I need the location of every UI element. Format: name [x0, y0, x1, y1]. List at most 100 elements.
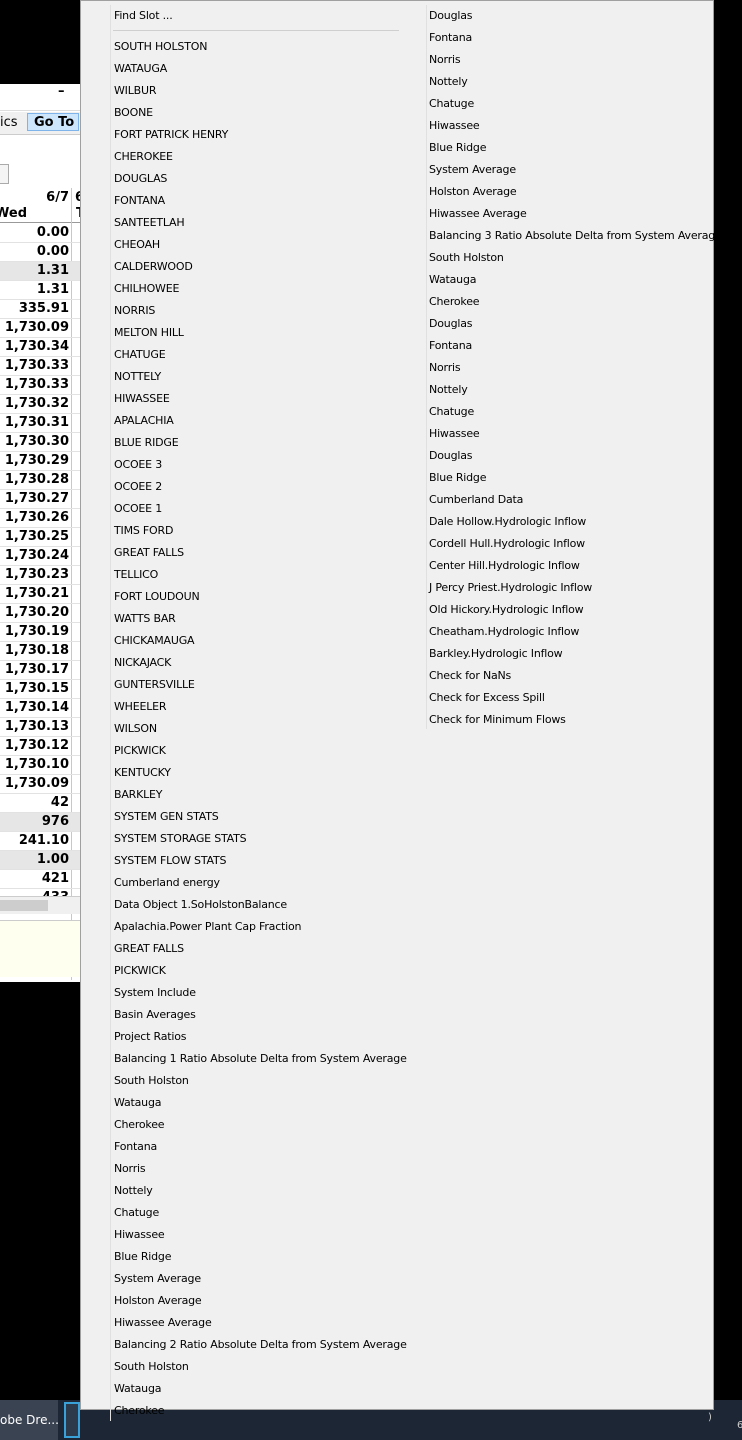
table-row[interactable]: 1,730.14: [0, 699, 81, 718]
menu-item[interactable]: System Include: [114, 982, 196, 1004]
menu-item[interactable]: Nottely: [114, 1180, 153, 1202]
menu-item[interactable]: CALDERWOOD: [114, 256, 193, 278]
menu-item[interactable]: FONTANA: [114, 190, 165, 212]
menu-item[interactable]: Check for Excess Spill: [429, 687, 545, 709]
menu-item[interactable]: SYSTEM STORAGE STATS: [114, 828, 247, 850]
table-row[interactable]: 335.91: [0, 300, 81, 319]
scrollbar-thumb[interactable]: [0, 900, 48, 911]
toolbar-menu-partial[interactable]: ics: [0, 115, 18, 130]
menu-item[interactable]: Cumberland Data: [429, 489, 523, 511]
table-row[interactable]: 1,730.23: [0, 566, 81, 585]
find-slot-menu-item[interactable]: Find Slot ...: [114, 5, 173, 27]
menu-item[interactable]: MELTON HILL: [114, 322, 184, 344]
menu-item[interactable]: Fontana: [114, 1136, 157, 1158]
menu-item[interactable]: Chatuge: [429, 401, 474, 423]
menu-item[interactable]: Old Hickory.Hydrologic Inflow: [429, 599, 584, 621]
menu-item[interactable]: WATTS BAR: [114, 608, 176, 630]
menu-item[interactable]: Norris: [429, 357, 461, 379]
table-row[interactable]: 1,730.28: [0, 471, 81, 490]
table-row[interactable]: 1,730.27: [0, 490, 81, 509]
filter-field[interactable]: [0, 164, 9, 184]
table-row[interactable]: 1,730.33: [0, 357, 81, 376]
table-row[interactable]: 1,730.20: [0, 604, 81, 623]
menu-item[interactable]: Norris: [114, 1158, 146, 1180]
menu-item[interactable]: Balancing 2 Ratio Absolute Delta from Sy…: [114, 1334, 407, 1356]
menu-item[interactable]: Cordell Hull.Hydrologic Inflow: [429, 533, 585, 555]
menu-item[interactable]: South Holston: [429, 247, 504, 269]
menu-item[interactable]: Apalachia.Power Plant Cap Fraction: [114, 916, 302, 938]
menu-item[interactable]: Holston Average: [114, 1290, 202, 1312]
table-row[interactable]: 1,730.09: [0, 319, 81, 338]
menu-item[interactable]: Watauga: [429, 269, 476, 291]
menu-item[interactable]: OCOEE 2: [114, 476, 162, 498]
menu-item[interactable]: WILBUR: [114, 80, 156, 102]
menu-item[interactable]: Cherokee: [114, 1114, 165, 1136]
menu-item[interactable]: Barkley.Hydrologic Inflow: [429, 643, 563, 665]
menu-item[interactable]: Watauga: [114, 1378, 161, 1400]
menu-item[interactable]: WHEELER: [114, 696, 167, 718]
menu-item[interactable]: Nottely: [429, 71, 468, 93]
menu-item[interactable]: FORT PATRICK HENRY: [114, 124, 228, 146]
table-row[interactable]: 1,730.21: [0, 585, 81, 604]
menu-item[interactable]: NICKAJACK: [114, 652, 171, 674]
menu-item[interactable]: System Average: [429, 159, 516, 181]
menu-item[interactable]: GUNTERSVILLE: [114, 674, 195, 696]
table-row[interactable]: 421: [0, 870, 81, 889]
menu-item[interactable]: CHEROKEE: [114, 146, 173, 168]
table-row[interactable]: 1,730.33: [0, 376, 81, 395]
menu-item[interactable]: CHEOAH: [114, 234, 160, 256]
menu-item[interactable]: DOUGLAS: [114, 168, 167, 190]
menu-item[interactable]: Hiwassee: [429, 115, 480, 137]
menu-item[interactable]: NOTTELY: [114, 366, 161, 388]
table-row[interactable]: 1.31: [0, 262, 81, 281]
menu-item[interactable]: Cherokee: [114, 1400, 165, 1422]
menu-item[interactable]: Blue Ridge: [114, 1246, 171, 1268]
table-row[interactable]: 1.00: [0, 851, 81, 870]
menu-item[interactable]: TIMS FORD: [114, 520, 173, 542]
menu-item[interactable]: BARKLEY: [114, 784, 163, 806]
menu-item[interactable]: Center Hill.Hydrologic Inflow: [429, 555, 580, 577]
table-row[interactable]: 1,730.32: [0, 395, 81, 414]
menu-item[interactable]: Douglas: [429, 445, 472, 467]
menu-item[interactable]: WILSON: [114, 718, 157, 740]
taskbar-active-app-button[interactable]: [64, 1402, 80, 1438]
table-row[interactable]: 1,730.15: [0, 680, 81, 699]
table-row[interactable]: 241.10: [0, 832, 81, 851]
menu-item[interactable]: J Percy Priest.Hydrologic Inflow: [429, 577, 592, 599]
table-row[interactable]: 0.00: [0, 243, 81, 262]
table-row[interactable]: 1,730.29: [0, 452, 81, 471]
menu-item[interactable]: Holston Average: [429, 181, 517, 203]
menu-item[interactable]: Douglas: [429, 313, 472, 335]
menu-item[interactable]: GREAT FALLS: [114, 542, 184, 564]
menu-item[interactable]: NORRIS: [114, 300, 155, 322]
table-row[interactable]: 1,730.34: [0, 338, 81, 357]
menu-item[interactable]: APALACHIA: [114, 410, 174, 432]
menu-item[interactable]: Cheatham.Hydrologic Inflow: [429, 621, 579, 643]
menu-item[interactable]: Check for Minimum Flows: [429, 709, 566, 731]
menu-item[interactable]: Nottely: [429, 379, 468, 401]
horizontal-scrollbar[interactable]: [0, 896, 81, 914]
menu-item[interactable]: Chatuge: [429, 93, 474, 115]
menu-item[interactable]: HIWASSEE: [114, 388, 170, 410]
menu-item[interactable]: Data Object 1.SoHolstonBalance: [114, 894, 287, 916]
menu-item[interactable]: OCOEE 1: [114, 498, 162, 520]
menu-item[interactable]: Check for NaNs: [429, 665, 511, 687]
table-row[interactable]: 976: [0, 813, 81, 832]
menu-item[interactable]: Blue Ridge: [429, 137, 486, 159]
minimize-button[interactable]: –: [58, 84, 65, 99]
menu-item[interactable]: Hiwassee: [114, 1224, 165, 1246]
menu-item[interactable]: South Holston: [114, 1070, 189, 1092]
menu-item[interactable]: Hiwassee Average: [114, 1312, 212, 1334]
menu-item[interactable]: Project Ratios: [114, 1026, 187, 1048]
menu-item[interactable]: CHILHOWEE: [114, 278, 179, 300]
menu-item[interactable]: BLUE RIDGE: [114, 432, 179, 454]
table-row[interactable]: 1,730.18: [0, 642, 81, 661]
table-row[interactable]: 1,730.30: [0, 433, 81, 452]
table-row[interactable]: 1,730.25: [0, 528, 81, 547]
menu-item[interactable]: Watauga: [114, 1092, 161, 1114]
table-row[interactable]: 1,730.26: [0, 509, 81, 528]
menu-item[interactable]: Balancing 3 Ratio Absolute Delta from Sy…: [429, 225, 722, 247]
menu-item[interactable]: TELLICO: [114, 564, 158, 586]
table-row[interactable]: 1,730.13: [0, 718, 81, 737]
goto-button[interactable]: Go To: [27, 113, 79, 131]
